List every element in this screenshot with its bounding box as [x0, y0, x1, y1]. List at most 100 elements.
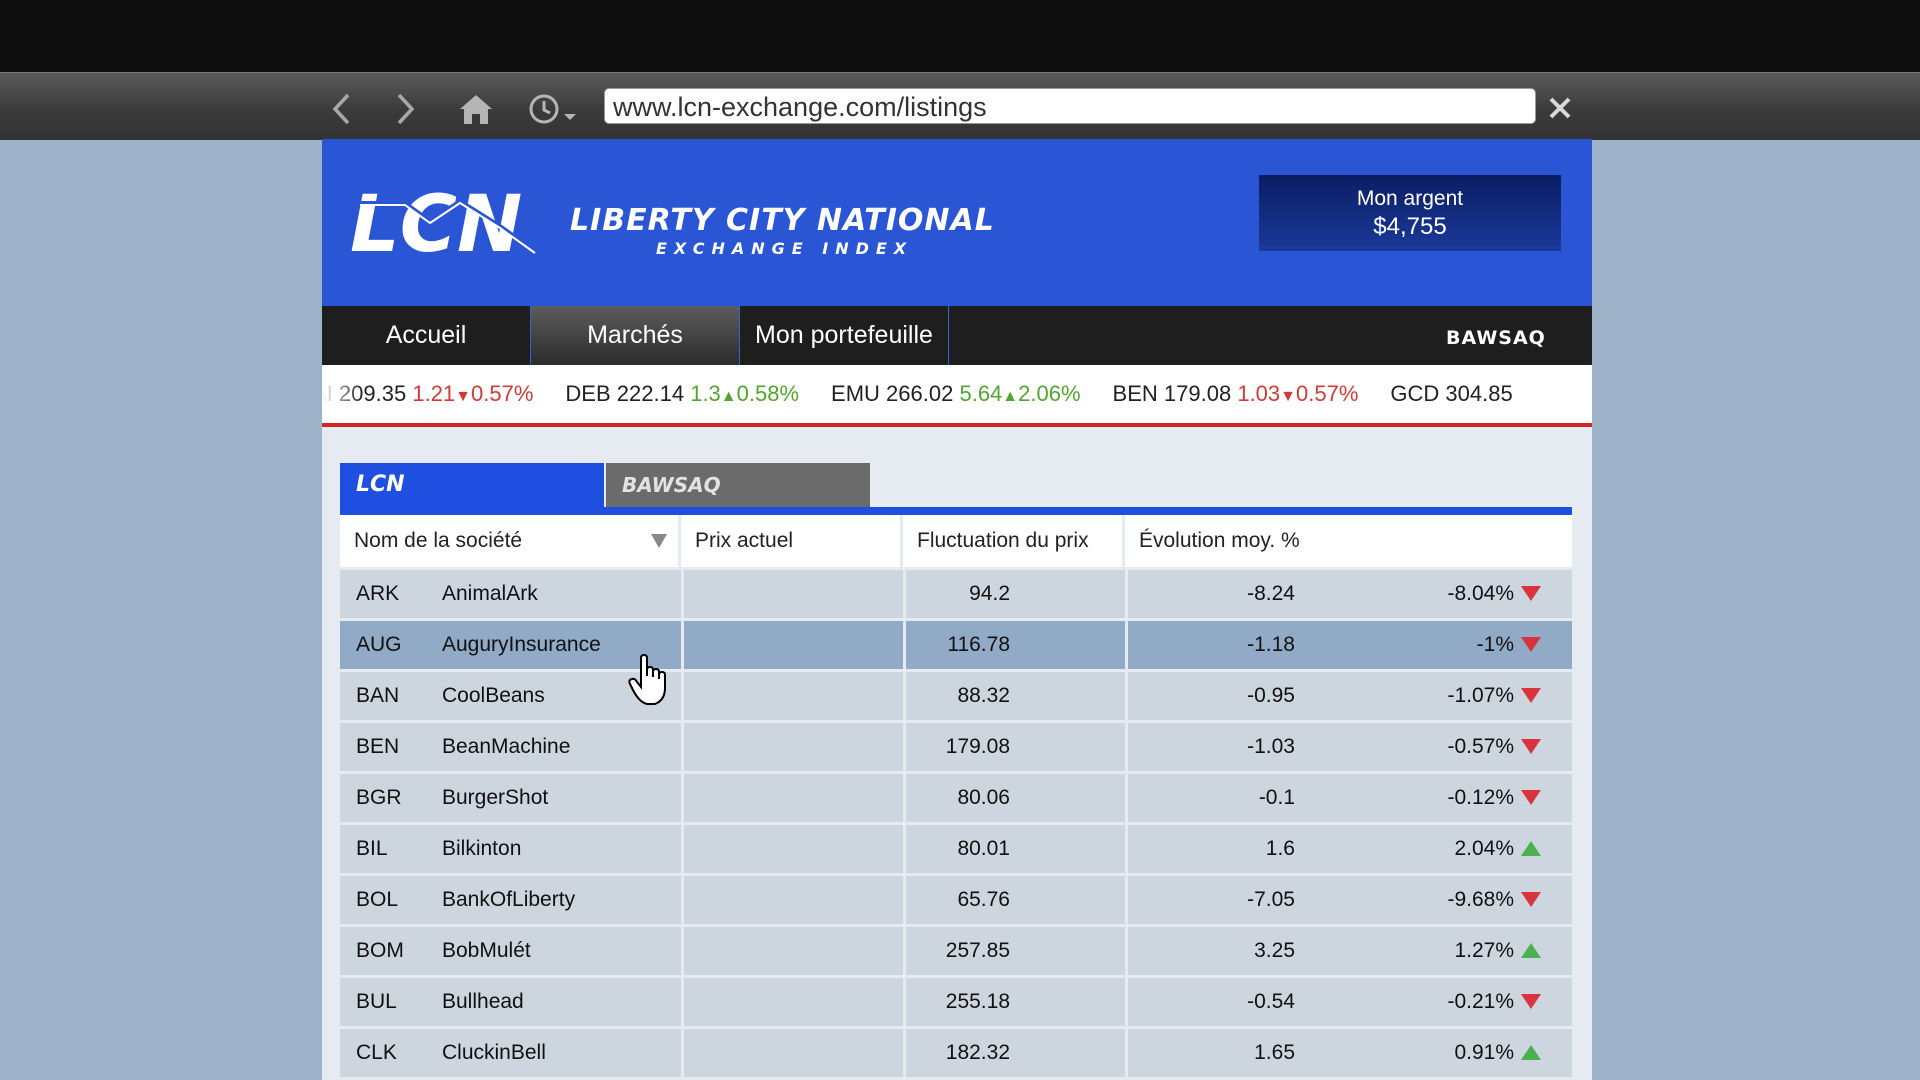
- history-clock-icon: [529, 94, 576, 124]
- sort-dropdown-icon: [651, 534, 667, 548]
- tab-accueil[interactable]: Accueil: [322, 306, 531, 365]
- table-row[interactable]: BOM BobMulét 257.85 3.25 1.27%: [340, 927, 1572, 975]
- arrow-down-icon: [1520, 876, 1550, 924]
- row-company-name: BurgerShot: [442, 786, 549, 809]
- row-symbol: BUL: [356, 990, 397, 1013]
- column-header-company[interactable]: Nom de la société: [340, 515, 681, 567]
- ticker-change: 1.3: [690, 381, 721, 406]
- column-separator: [681, 672, 684, 720]
- row-pct: 2.04%: [1454, 837, 1514, 860]
- column-separator: [1125, 672, 1128, 720]
- lcn-logo: LCN: [350, 181, 537, 261]
- table-row[interactable]: BOL BankOfLiberty 65.76 -7.05 -9.68%: [340, 876, 1572, 924]
- listings-table: Nom de la société Prix actuel Fluctuatio…: [340, 515, 1572, 1077]
- row-change: -0.1: [1258, 786, 1295, 809]
- back-button[interactable]: [320, 89, 364, 129]
- row-price: 255.18: [945, 990, 1010, 1013]
- table-row[interactable]: BAN CoolBeans 88.32 -0.95 -1.07%: [340, 672, 1572, 720]
- column-separator: [903, 927, 906, 975]
- table-row[interactable]: ARK AnimalArk 94.2 -8.24 -8.04%: [340, 570, 1572, 618]
- column-header-pct[interactable]: Évolution moy. %: [1125, 515, 1346, 567]
- column-separator: [681, 1029, 684, 1077]
- row-company-name: CoolBeans: [442, 684, 545, 707]
- ticker-item: EMU 266.02 5.64▲2.06%: [831, 365, 1081, 423]
- ticker-symbol: BEN: [1112, 381, 1158, 406]
- row-change: 1.6: [1265, 837, 1295, 860]
- table-row[interactable]: BGR BurgerShot 80.06 -0.1 -0.12%: [340, 774, 1572, 822]
- column-separator: [1125, 570, 1128, 618]
- ticker-price: 266.02: [886, 381, 954, 406]
- index-tab-lcn[interactable]: LCN: [340, 463, 604, 507]
- column-header-price[interactable]: Prix actuel: [681, 515, 903, 567]
- column-separator: [1125, 723, 1128, 771]
- arrow-down-icon: [1520, 672, 1550, 720]
- row-change: -1.18: [1247, 633, 1295, 656]
- history-button[interactable]: [524, 89, 584, 129]
- table-row[interactable]: AUG AuguryInsurance 116.78 -1.18 -1%: [340, 621, 1572, 669]
- home-button[interactable]: [454, 89, 498, 129]
- row-price: 94.2: [969, 582, 1010, 605]
- table-row[interactable]: BIL Bilkinton 80.01 1.6 2.04%: [340, 825, 1572, 873]
- money-value: $4,755: [1373, 213, 1447, 240]
- column-separator: [1125, 978, 1128, 1026]
- column-separator: [903, 876, 906, 924]
- arrow-up-icon: ▲: [1002, 388, 1019, 405]
- index-tab-bawsaq[interactable]: BAWSAQ: [606, 463, 870, 507]
- main-nav: Accueil Marchés Mon portefeuille BAWSAQ: [322, 306, 1592, 365]
- ticker-strip: AI 209.35 1.21▼0.57%DEB 222.14 1.3▲0.58%…: [322, 365, 1545, 423]
- arrow-up-icon: [1520, 1029, 1550, 1077]
- column-separator: [681, 723, 684, 771]
- money-label: Mon argent: [1356, 187, 1464, 210]
- row-pct: 0.91%: [1454, 1041, 1514, 1064]
- close-button[interactable]: [1540, 88, 1580, 128]
- index-tab-underline: [340, 507, 1572, 515]
- bawsaq-logo: BAWSAQ: [1446, 327, 1546, 349]
- row-company-name: BankOfLiberty: [442, 888, 576, 911]
- table-header: Nom de la société Prix actuel Fluctuatio…: [340, 515, 1572, 567]
- forward-button[interactable]: [383, 89, 427, 129]
- column-separator: [903, 723, 906, 771]
- arrow-down-icon: ▼: [1280, 388, 1296, 405]
- column-separator: [1125, 1029, 1128, 1077]
- ticker-symbol: GCD: [1390, 381, 1440, 406]
- site-header: LCN LIBERTY CITY NATIONAL EXCHANGE INDEX…: [322, 139, 1592, 306]
- arrow-up-icon: ▲: [720, 388, 737, 405]
- column-separator: [681, 876, 684, 924]
- row-symbol: BGR: [356, 786, 402, 809]
- column-separator: [903, 978, 906, 1026]
- top-black-bar: [0, 0, 1920, 72]
- column-separator: [681, 978, 684, 1026]
- arrow-down-icon: [1520, 570, 1550, 618]
- column-header-change[interactable]: Fluctuation du prix: [903, 515, 1125, 567]
- tab-mon-portefeuille[interactable]: Mon portefeuille: [740, 306, 949, 365]
- url-input[interactable]: www.lcn-exchange.com/listings: [604, 88, 1536, 124]
- tab-marches[interactable]: Marchés: [531, 306, 740, 365]
- table-row[interactable]: CLK CluckinBell 182.32 1.65 0.91%: [340, 1029, 1572, 1077]
- arrow-down-icon: [1520, 978, 1550, 1026]
- row-company-name: BobMulét: [442, 939, 531, 962]
- row-change: 3.25: [1254, 939, 1295, 962]
- row-change: 1.65: [1254, 1041, 1295, 1064]
- row-change: -0.95: [1247, 684, 1295, 707]
- row-symbol: BIL: [356, 837, 388, 860]
- row-pct: -9.68%: [1447, 888, 1514, 911]
- column-separator: [1125, 825, 1128, 873]
- ticker-symbol: DEB: [565, 381, 611, 406]
- row-symbol: BAN: [356, 684, 400, 707]
- arrow-down-icon: [1520, 621, 1550, 669]
- column-separator: [681, 621, 684, 669]
- ticker-price: 222.14: [616, 381, 685, 406]
- column-separator: [1125, 774, 1128, 822]
- row-price: 179.08: [945, 735, 1010, 758]
- column-separator: [681, 570, 684, 618]
- table-row[interactable]: BUL Bullhead 255.18 -0.54 -0.21%: [340, 978, 1572, 1026]
- ticker-item: GCD 304.85: [1390, 365, 1512, 423]
- ticker-change: 5.64: [959, 381, 1003, 406]
- column-separator: [903, 672, 906, 720]
- row-change: -8.24: [1247, 582, 1295, 605]
- browser-toolbar: www.lcn-exchange.com/listings: [0, 72, 1920, 140]
- table-row[interactable]: BEN BeanMachine 179.08 -1.03 -0.57%: [340, 723, 1572, 771]
- row-symbol: BOL: [356, 888, 399, 911]
- row-symbol: ARK: [356, 582, 400, 605]
- ticker-change: 1.03: [1237, 381, 1281, 406]
